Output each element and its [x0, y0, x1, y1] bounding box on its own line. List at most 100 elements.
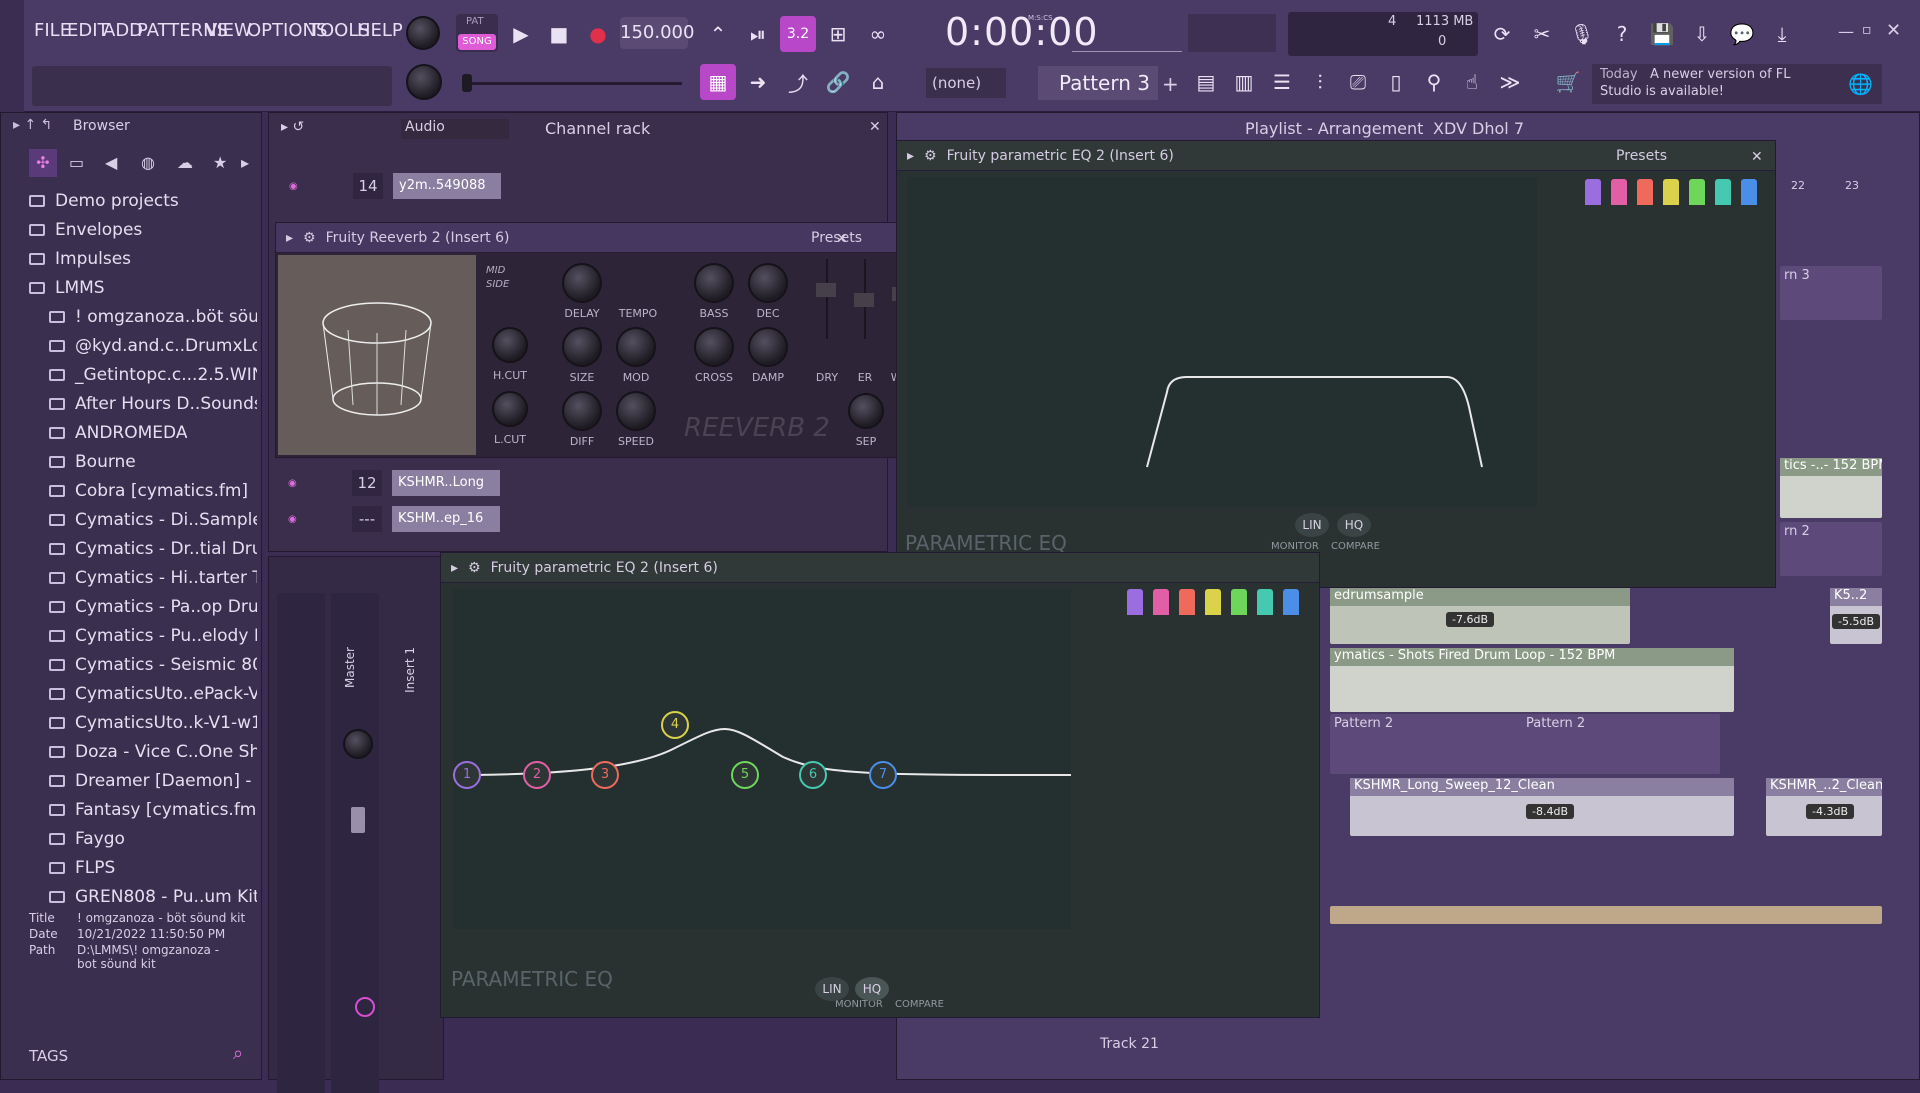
- close-reeverb-icon[interactable]: ✕: [836, 231, 848, 247]
- presets-button[interactable]: Presets: [1616, 148, 1667, 164]
- delay-knob[interactable]: [562, 263, 602, 303]
- browser-folder[interactable]: Fantasy [cymatics.fm]: [49, 800, 257, 820]
- channel-led[interactable]: ◉: [288, 478, 297, 489]
- all-icon[interactable]: ✣: [29, 149, 57, 177]
- playlist-clip[interactable]: rn 2: [1780, 522, 1882, 576]
- eq-bottom-header[interactable]: ▸ ⚙ Fruity parametric EQ 2 (Insert 6): [441, 553, 1319, 583]
- piano-icon[interactable]: ▥: [1226, 64, 1262, 100]
- stop-icon[interactable]: ■: [541, 16, 577, 52]
- eq-top-header[interactable]: ▸ ⚙ Fruity parametric EQ 2 (Insert 6) Pr…: [897, 141, 1775, 171]
- master-mute-icon[interactable]: [355, 997, 375, 1017]
- help-icon[interactable]: ?: [1604, 16, 1640, 52]
- channel-mixer-track[interactable]: ---: [352, 506, 382, 532]
- link-icon[interactable]: 🔗: [820, 64, 856, 100]
- playlist-clip[interactable]: ymatics - Shots Fired Drum Loop - 152 BP…: [1330, 648, 1734, 712]
- hq-button[interactable]: HQ: [1337, 513, 1371, 537]
- browser-arrows[interactable]: ▸ ↑ ↰: [13, 117, 52, 133]
- diff-knob[interactable]: [562, 391, 602, 431]
- band-selector-6[interactable]: [1257, 589, 1273, 615]
- playlist-clip[interactable]: tics -..- 152 BPM: [1780, 458, 1882, 518]
- size-knob[interactable]: [562, 327, 602, 367]
- playlist-clip[interactable]: K5..2 -5.5dB: [1830, 588, 1882, 644]
- menu-view[interactable]: VIEW: [205, 20, 252, 41]
- playlist-clip[interactable]: Pattern 2 Pattern 2: [1330, 714, 1720, 774]
- channel-name-button[interactable]: KSHM..ep_16: [392, 506, 500, 532]
- browser-folder[interactable]: @kyd.and.c..DrumxLoopKit: [49, 336, 257, 356]
- touch-icon[interactable]: ☝: [1454, 64, 1490, 100]
- world-icon[interactable]: ◍: [141, 153, 155, 172]
- gear-icon[interactable]: ⚙: [924, 148, 937, 164]
- search-icon[interactable]: ⌕: [233, 1043, 243, 1064]
- damp-knob[interactable]: [748, 327, 788, 367]
- browser-icon[interactable]: ⎚: [1340, 64, 1376, 100]
- browser-folder[interactable]: GREN808 - Pu..um Kit 2021: [49, 887, 257, 907]
- brush-icon[interactable]: ⤴: [780, 64, 816, 100]
- band-selector-2[interactable]: [1611, 179, 1627, 205]
- browser-folder[interactable]: CymaticsUto..k-V1-w1a (1): [49, 713, 257, 733]
- browser-folder[interactable]: _Getintopc.c...2.5.WIN.OSX: [49, 365, 257, 385]
- browser-folder[interactable]: ! omgzanoza..böt söund kit: [49, 307, 257, 327]
- eq-band-node[interactable]: 4: [661, 711, 689, 739]
- speed-knob[interactable]: [616, 391, 656, 431]
- band-selector-5[interactable]: [1231, 589, 1247, 615]
- file-tab-icon[interactable]: ▭: [69, 153, 84, 172]
- channel-row[interactable]: ◉ 14 y2m..549088: [289, 173, 549, 201]
- slider-handle[interactable]: [462, 74, 472, 92]
- master-volume-knob[interactable]: [406, 16, 440, 50]
- sep-knob[interactable]: [848, 393, 884, 429]
- wait-for-input-icon[interactable]: ⏯: [740, 16, 776, 52]
- render-icon[interactable]: ⇩: [1684, 16, 1720, 52]
- loop-record-icon[interactable]: ∞: [860, 16, 896, 52]
- pattern-selector[interactable]: Pattern 3: [1038, 66, 1158, 100]
- eq-bottom-band-selectors[interactable]: [1127, 589, 1307, 619]
- record-icon[interactable]: ●: [580, 16, 616, 52]
- band-selector-4[interactable]: [1205, 589, 1221, 615]
- channel-name-button[interactable]: KSHMR..Long: [392, 470, 500, 496]
- browser-folder[interactable]: Cymatics - Pu..elody Loops: [49, 626, 257, 646]
- dec-knob[interactable]: [748, 263, 788, 303]
- band-selector-6[interactable]: [1715, 179, 1731, 205]
- browser-folder[interactable]: LMMS: [29, 278, 105, 298]
- menu-file[interactable]: FILE: [34, 20, 71, 41]
- channel-row[interactable]: ◉ --- KSHM..ep_16: [288, 506, 548, 534]
- browser-folder[interactable]: ANDROMEDA: [49, 423, 187, 443]
- tags-label[interactable]: TAGS: [29, 1047, 68, 1065]
- lcut-knob[interactable]: [492, 391, 528, 427]
- maximize-icon[interactable]: ▫: [1862, 22, 1872, 38]
- gear-icon[interactable]: ⚙: [468, 560, 481, 576]
- channel-rack-icon[interactable]: ☰: [1264, 64, 1300, 100]
- countdown-icon[interactable]: 3.2: [780, 16, 816, 52]
- channel-led[interactable]: ◉: [288, 514, 297, 525]
- channel-filter[interactable]: Audio: [401, 119, 509, 139]
- band-selector-3[interactable]: [1179, 589, 1195, 615]
- band-selector-2[interactable]: [1153, 589, 1169, 615]
- lin-button[interactable]: LIN: [1295, 513, 1329, 537]
- pat-song-switch[interactable]: PAT SONG: [456, 14, 498, 52]
- piano-roll-icon[interactable]: ▦: [700, 64, 736, 100]
- browser-folder[interactable]: Impulses: [29, 249, 131, 269]
- chevron-right-icon[interactable]: ▸: [241, 153, 249, 172]
- channel-rack-arrows[interactable]: ▸ ↺: [281, 119, 304, 135]
- microphone-icon[interactable]: 🎙: [1564, 16, 1600, 52]
- er-fader-handle[interactable]: [854, 293, 874, 307]
- browser-folder[interactable]: Envelopes: [29, 220, 142, 240]
- browser-folder[interactable]: After Hours D..Sounds) (1): [49, 394, 257, 414]
- cross-knob[interactable]: [694, 327, 734, 367]
- close-icon[interactable]: ✕: [1886, 20, 1901, 41]
- playlist-clip[interactable]: KSHMR_Long_Sweep_12_Clean -8.4dB: [1350, 778, 1734, 836]
- globe-icon[interactable]: 🌐: [1848, 72, 1873, 96]
- snap-selector[interactable]: (none): [926, 68, 1006, 98]
- mod-knob[interactable]: [616, 327, 656, 367]
- cut-icon[interactable]: ✂: [1524, 16, 1560, 52]
- master-fader-handle[interactable]: [351, 807, 365, 833]
- browser-folder[interactable]: Faygo: [49, 829, 125, 849]
- browser-folder[interactable]: Demo projects: [29, 191, 179, 211]
- browser-folder[interactable]: Cymatics - Pa..op Drum Kit: [49, 597, 257, 617]
- news-panel[interactable]: Today A newer version of FL Studio is av…: [1592, 64, 1882, 104]
- minimize-icon[interactable]: —: [1838, 22, 1854, 41]
- playlist-clip[interactable]: rn 3: [1780, 266, 1882, 320]
- speaker-icon[interactable]: ◀: [105, 153, 117, 172]
- download-icon[interactable]: ⤓: [1764, 16, 1800, 52]
- master-pitch-knob[interactable]: [406, 64, 442, 100]
- eq-band-node[interactable]: 2: [523, 761, 551, 789]
